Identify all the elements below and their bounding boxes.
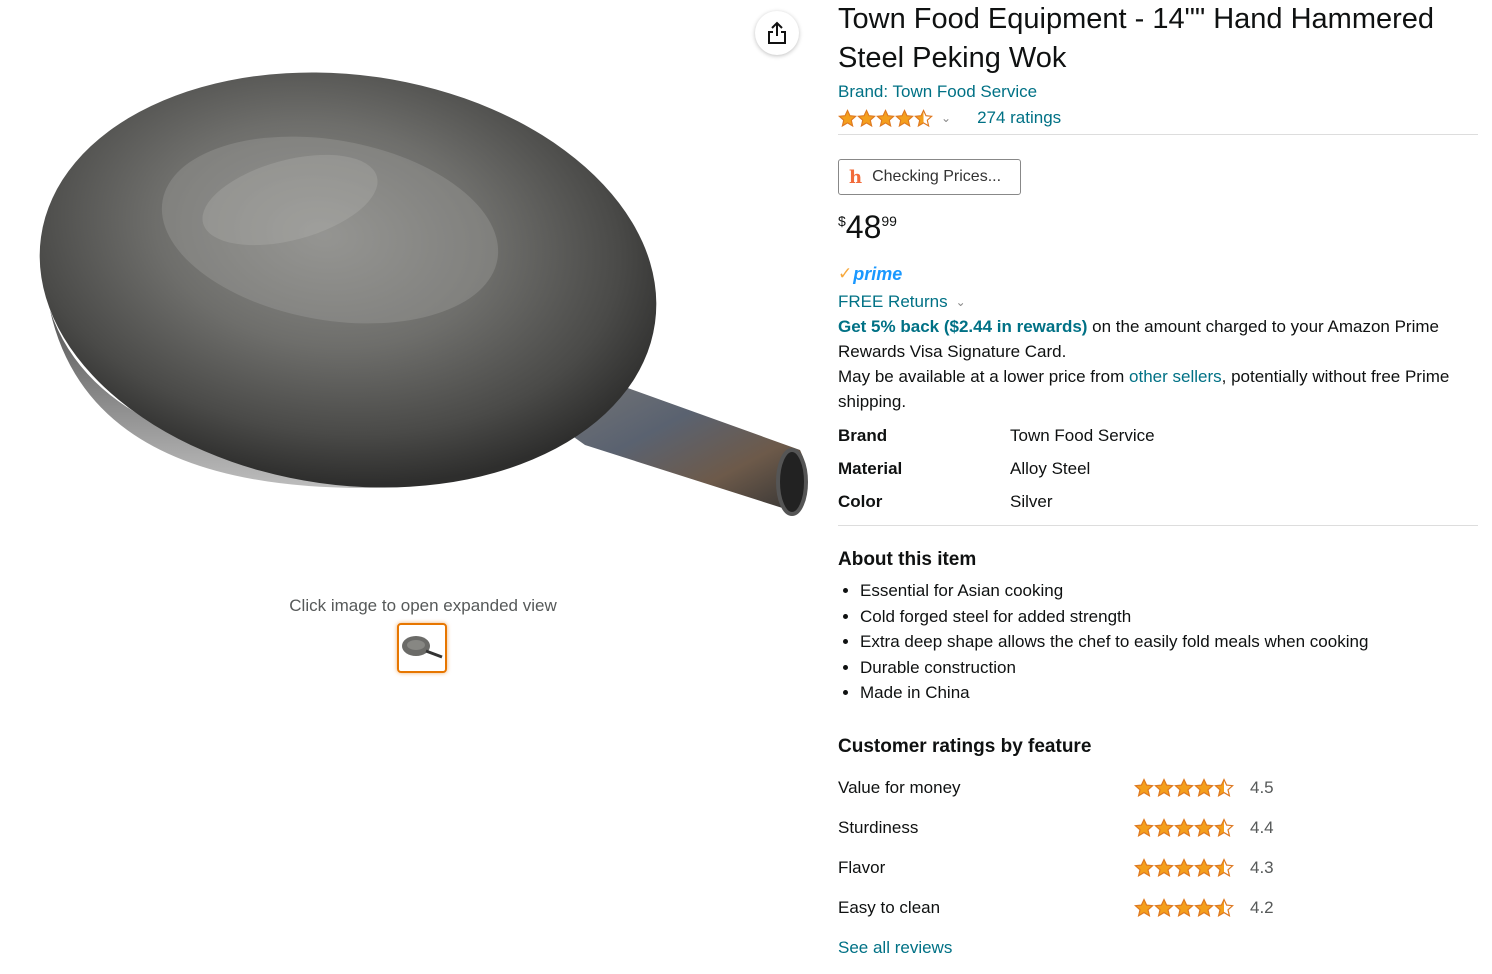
see-all-reviews-link[interactable]: See all reviews [838,928,1478,968]
rating-stars[interactable] [838,108,933,128]
feature-name: Sturdiness [838,817,919,837]
star-icon [1194,898,1214,918]
price-checker-label: Checking Prices... [872,168,1002,185]
other-sellers-link[interactable]: other sellers [1129,367,1222,386]
lower-price-before: May be available at a lower price from [838,367,1130,386]
spec-row: Brand Town Food Service [838,426,1478,459]
star-icon [1194,778,1214,798]
spec-value: Alloy Steel [1010,459,1091,478]
spec-row: Color Silver [838,492,1478,525]
feature-ratings-heading: Customer ratings by feature [838,735,1092,757]
star-icon [1174,818,1194,838]
spec-value: Town Food Service [1010,426,1155,445]
feature-value: 4.4 [1250,817,1274,837]
feature-stars [1134,778,1234,798]
star-icon [857,108,876,127]
list-item: Essential for Asian cooking [860,578,1478,604]
star-icon [1214,818,1234,838]
product-details: Town Food Equipment - 14"" Hand Hammered… [838,0,1478,968]
feature-name: Flavor [838,857,886,877]
free-returns: FREE Returns ⌄ [838,289,1478,314]
list-item: Durable construction [860,655,1478,681]
prime-badge[interactable]: ✓ prime [838,262,1478,286]
star-icon [1154,778,1174,798]
feature-stars [1134,858,1234,878]
free-returns-link[interactable]: FREE Returns [838,292,948,312]
feature-rating-row: Sturdiness 4.4 [838,808,1478,848]
feature-name: Value for money [838,777,961,797]
price-fraction: 99 [881,213,897,229]
feature-stars [1134,898,1234,918]
image-gallery: Click image to open expanded view [0,0,830,974]
image-thumbnail[interactable] [397,623,447,673]
list-item: Extra deep shape allows the chef to easi… [860,629,1478,655]
price-symbol: $ [838,213,846,229]
rating-summary: ⌄ 274 ratings [838,105,1478,131]
star-icon [1154,858,1174,878]
customer-ratings-by-feature: Customer ratings by feature Value for mo… [838,734,1478,968]
star-icon [1134,818,1154,838]
price-whole: 48 [845,209,882,245]
prime-check-icon: ✓ [838,264,853,283]
divider [838,525,1478,526]
star-icon [1194,818,1214,838]
star-icon [1154,898,1174,918]
rewards-link[interactable]: Get 5% back ($2.44 in rewards) [838,317,1087,336]
expand-view-hint: Click image to open expanded view [289,596,557,615]
spec-key: Brand [838,426,888,445]
star-icon [876,108,895,127]
feature-stars [1134,818,1234,838]
divider [838,134,1478,135]
feature-rating-row: Value for money 4.5 [838,768,1478,808]
star-icon [1174,898,1194,918]
chevron-down-icon[interactable]: ⌄ [956,295,966,309]
star-icon [1174,858,1194,878]
spec-key: Color [838,492,883,511]
price: $ 48 99 [838,211,1478,247]
share-icon [768,21,786,44]
star-icon [1214,898,1234,918]
spec-row: Material Alloy Steel [838,459,1478,492]
star-icon [1174,778,1194,798]
star-icon [895,108,914,127]
star-icon [1214,778,1234,798]
prime-label: prime [853,263,903,284]
feature-rating-row: Flavor 4.3 [838,848,1478,888]
product-specs: Brand Town Food Service Material Alloy S… [838,426,1478,525]
brand-link[interactable]: Brand: Town Food Service [838,82,1478,104]
star-icon [1134,898,1154,918]
product-main-image[interactable] [30,60,820,530]
list-item: Made in China [860,680,1478,706]
lower-price-notice: May be available at a lower price from o… [838,364,1478,414]
about-heading: About this item [838,549,977,570]
share-button[interactable] [755,11,799,55]
wok-thumbnail-image [402,636,443,659]
list-item: Cold forged steel for added strength [860,604,1478,630]
feature-value: 4.2 [1250,897,1274,917]
rewards-offer: Get 5% back ($2.44 in rewards) on the am… [838,314,1478,364]
price-checker-button[interactable]: h Checking Prices... [838,159,1021,195]
star-icon [1134,778,1154,798]
chevron-down-icon[interactable]: ⌄ [941,111,951,125]
about-this-item: About this item Essential for Asian cook… [838,547,1478,706]
star-icon [1134,858,1154,878]
feature-value: 4.5 [1250,777,1274,797]
feature-rating-row: Easy to clean 4.2 [838,888,1478,928]
spec-key: Material [838,459,903,478]
star-icon [914,108,933,127]
star-icon [1194,858,1214,878]
ratings-count-link[interactable]: 274 ratings [977,108,1061,128]
star-icon [1154,818,1174,838]
honey-icon: h [849,166,863,188]
feature-bullets: Essential for Asian cooking Cold forged … [838,578,1478,706]
star-icon [838,108,857,127]
star-icon [1214,858,1234,878]
feature-value: 4.3 [1250,857,1274,877]
product-title: Town Food Equipment - 14"" Hand Hammered… [838,3,1435,74]
feature-name: Easy to clean [838,897,941,917]
spec-value: Silver [1010,492,1053,511]
